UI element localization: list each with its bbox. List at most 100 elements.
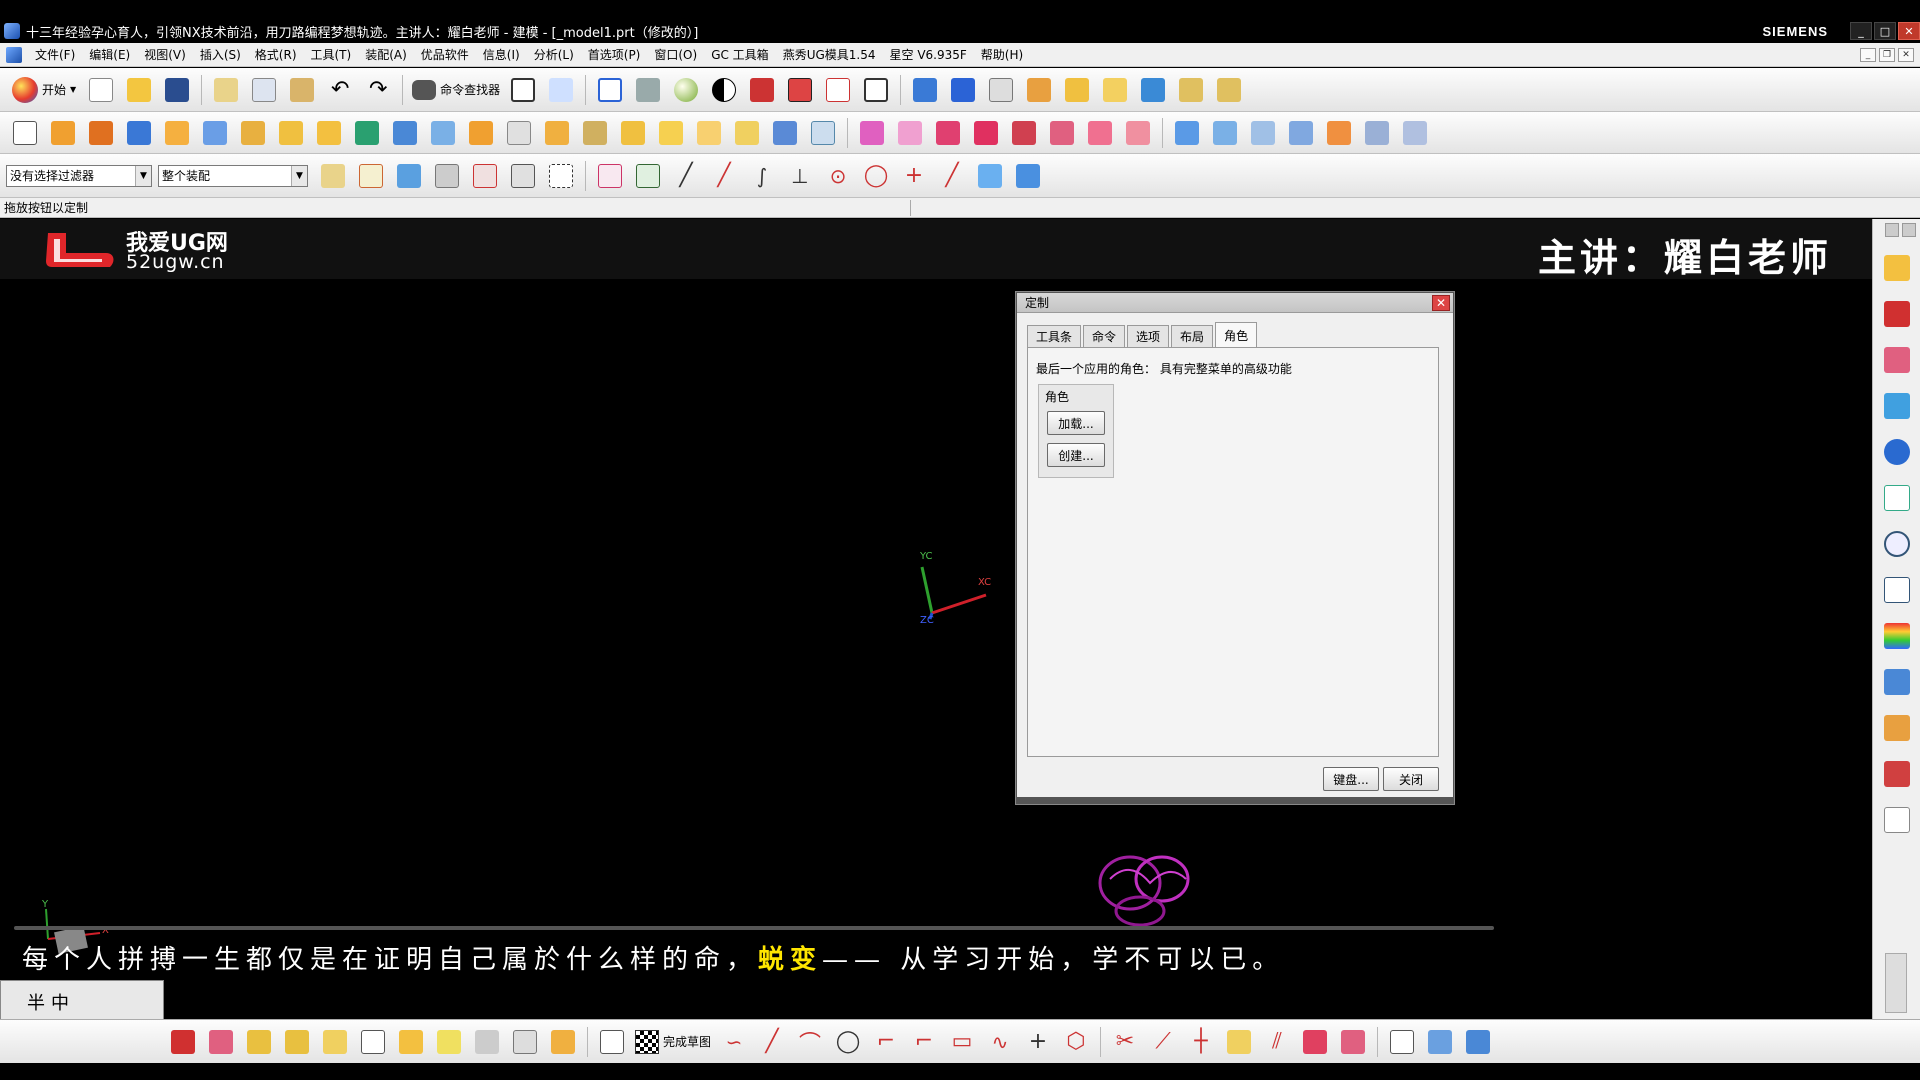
mirror-curve-button[interactable]: ⫽ — [1261, 1026, 1293, 1058]
trim-body-button[interactable] — [579, 117, 611, 149]
menu-yanxiu[interactable]: 燕秀UG模具1.54 — [776, 46, 883, 63]
point-button[interactable]: + — [1022, 1026, 1054, 1058]
menu-insert[interactable]: 插入(S) — [193, 46, 248, 63]
profile-button[interactable]: ∽ — [718, 1026, 750, 1058]
add-component-button[interactable] — [243, 1026, 275, 1058]
assembly-constraint-button[interactable] — [167, 1026, 199, 1058]
circle-button[interactable]: ◯ — [832, 1026, 864, 1058]
trim-sheet-button[interactable] — [1399, 117, 1431, 149]
history-tab[interactable] — [1880, 481, 1914, 515]
snap-enable-button[interactable] — [594, 160, 626, 192]
mirror-feature-button[interactable] — [856, 117, 888, 149]
menu-preferences[interactable]: 首选项(P) — [581, 46, 648, 63]
resource-options-icon[interactable] — [1902, 223, 1916, 237]
sketch-task-button[interactable] — [596, 1026, 628, 1058]
pull-face-button[interactable] — [1122, 117, 1154, 149]
menu-view[interactable]: 视图(V) — [137, 46, 193, 63]
redo-button[interactable]: ↷ — [362, 74, 394, 106]
menu-gc-toolkit[interactable]: GC 工具箱 — [704, 46, 776, 63]
rectangle-button[interactable]: ▭ — [946, 1026, 978, 1058]
web-browser-tab[interactable] — [1880, 435, 1914, 469]
cylinder-button[interactable] — [161, 117, 193, 149]
tab-roles[interactable]: 角色 — [1215, 322, 1258, 347]
resize-face-button[interactable] — [1046, 117, 1078, 149]
orient-view-button[interactable] — [632, 74, 664, 106]
subtract-button[interactable] — [389, 117, 421, 149]
wcs-orient-button[interactable] — [947, 74, 979, 106]
menu-window[interactable]: 窗口(O) — [647, 46, 704, 63]
hole-button[interactable] — [199, 117, 231, 149]
system-scene-tab[interactable] — [1880, 757, 1914, 791]
menu-tools[interactable]: 工具(T) — [304, 46, 359, 63]
mid-point-snap-button[interactable]: ╱ — [708, 160, 740, 192]
rendering-button[interactable] — [670, 74, 702, 106]
replace-face-button[interactable] — [932, 117, 964, 149]
general-selection-button[interactable] — [317, 160, 349, 192]
minimize-button[interactable]: _ — [1850, 22, 1872, 40]
point-snap-button[interactable] — [355, 160, 387, 192]
document-tab[interactable] — [1880, 803, 1914, 837]
polygon-button[interactable]: ⬡ — [1060, 1026, 1092, 1058]
exploded-view-button[interactable] — [509, 1026, 541, 1058]
save-button[interactable] — [161, 74, 193, 106]
thicken-button[interactable] — [731, 117, 763, 149]
offset-curve-button[interactable] — [1223, 1026, 1255, 1058]
window-layout-button[interactable] — [507, 74, 539, 106]
shell-button[interactable] — [541, 117, 573, 149]
resource-pin-icon[interactable] — [1885, 223, 1899, 237]
wcs-button[interactable] — [909, 74, 941, 106]
edge-display-button[interactable] — [708, 74, 740, 106]
finish-sketch-button[interactable]: 完成草图 — [631, 1029, 715, 1054]
mate-button[interactable] — [281, 1026, 313, 1058]
offset-region-button[interactable] — [1084, 117, 1116, 149]
animate-dimension-button[interactable] — [1424, 1026, 1456, 1058]
datum-csys-button[interactable] — [807, 117, 839, 149]
shaded-edges-button[interactable] — [784, 74, 816, 106]
shaded-button[interactable] — [746, 74, 778, 106]
quick-extend-button[interactable]: ⟋ — [1147, 1026, 1179, 1058]
process-studio-tab[interactable] — [1880, 573, 1914, 607]
load-role-button[interactable]: 加载... — [1047, 411, 1105, 435]
control-point-snap-button[interactable]: ∫ — [746, 160, 778, 192]
sheet-button[interactable] — [357, 1026, 389, 1058]
dialog-close-icon[interactable]: ✕ — [1432, 295, 1450, 311]
clock-tab[interactable] — [1880, 527, 1914, 561]
measure-button[interactable] — [1175, 74, 1207, 106]
menu-edit[interactable]: 编辑(E) — [82, 46, 137, 63]
geometric-constraint-button[interactable] — [1337, 1026, 1369, 1058]
studio-spline-button[interactable]: ∿ — [984, 1026, 1016, 1058]
angle-measure-button[interactable] — [1213, 74, 1245, 106]
convert-reference-button[interactable] — [1462, 1026, 1494, 1058]
pocket-button[interactable] — [275, 117, 307, 149]
arc-center-snap-button[interactable]: ⊙ — [822, 160, 854, 192]
snap-options-button[interactable] — [632, 160, 664, 192]
surface-button[interactable] — [1171, 117, 1203, 149]
tab-layout[interactable]: 布局 — [1171, 325, 1214, 347]
reuse-library-tab[interactable] — [1880, 389, 1914, 423]
roles-tab[interactable] — [1880, 665, 1914, 699]
sew-button[interactable] — [1361, 117, 1393, 149]
select-feature-button[interactable] — [469, 160, 501, 192]
constraint-navigator-tab[interactable] — [1880, 297, 1914, 331]
copy-button[interactable] — [248, 74, 280, 106]
clearance-button[interactable] — [395, 1026, 427, 1058]
wireframe-button[interactable] — [822, 74, 854, 106]
menu-analysis[interactable]: 分析(L) — [527, 46, 581, 63]
array-button[interactable] — [319, 1026, 351, 1058]
sketch-chamfer-button[interactable]: ⌐ — [908, 1026, 940, 1058]
arc-button[interactable]: ⌒ — [794, 1026, 826, 1058]
new-file-button[interactable] — [85, 74, 117, 106]
selection-scope-select[interactable]: 整个装配 ▼ — [158, 164, 308, 187]
boss-button[interactable] — [237, 117, 269, 149]
previous-selection-button[interactable] — [393, 160, 425, 192]
mdi-minimize-button[interactable]: _ — [1860, 47, 1876, 62]
block-button[interactable] — [123, 117, 155, 149]
snap-point-button[interactable] — [1023, 74, 1055, 106]
menu-information[interactable]: 信息(I) — [476, 46, 527, 63]
close-dialog-button[interactable]: 关闭 — [1383, 767, 1439, 791]
cut-button[interactable] — [210, 74, 242, 106]
reference-set-button[interactable] — [471, 1026, 503, 1058]
info-button[interactable] — [545, 74, 577, 106]
sketch-button[interactable] — [9, 117, 41, 149]
existing-point-snap-button[interactable]: + — [898, 160, 930, 192]
